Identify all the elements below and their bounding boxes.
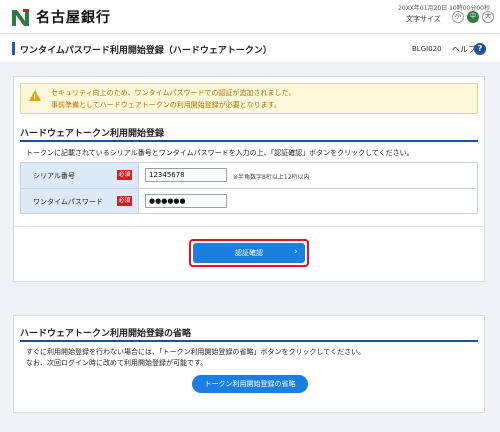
top-header: 名古屋銀行 20XX年01月20日 10時00分00秒 文字サイズ 小 中 大 [0, 0, 500, 34]
font-size-large-button[interactable]: 大 [482, 11, 494, 23]
serial-number-label: シリアル番号 [33, 172, 75, 180]
skip-instruction-line-1: すぐに利用開始登録を行わない場合には、「トークン利用開始登録の省略」ボタンをクリ… [26, 348, 366, 356]
help-icon[interactable]: ? [474, 43, 486, 55]
serial-number-row: シリアル番号 必須 ※半角数字8桁以上12桁以内 [21, 163, 477, 188]
page-title-bar: ワンタイムパスワード利用開始登録（ハードウェアトークン） BLGI020 ヘルプ… [0, 34, 500, 62]
one-time-password-row: ワンタイムパスワード 必須 [21, 188, 477, 213]
required-badge: 必須 [117, 170, 132, 180]
serial-number-hint: ※半角数字8桁以上12桁以内 [233, 174, 310, 181]
form-divider [14, 226, 484, 227]
serial-number-label-cell: シリアル番号 必須 [21, 163, 139, 188]
registration-section-title: ハードウェアトークン利用開始登録 [20, 129, 165, 139]
chevron-right-icon: › [294, 247, 298, 257]
font-size-label: 文字サイズ [406, 15, 441, 23]
notice-line-2: 事前準備としてハードウェアトークンの利用開始登録が必要となります。 [51, 101, 281, 109]
bank-logo-icon [10, 7, 32, 29]
one-time-password-label-cell: ワンタイムパスワード 必須 [21, 189, 139, 213]
warning-mark: ! [33, 93, 37, 101]
one-time-password-input[interactable] [145, 194, 227, 208]
serial-number-input[interactable] [145, 168, 227, 182]
skip-instruction-line-2: なお、次回ログイン時に改めて利用開始登録が可能です。 [26, 359, 208, 367]
skip-registration-button[interactable]: トークン利用開始登録の省略 [192, 375, 308, 393]
required-badge: 必須 [117, 196, 132, 206]
screen-id: BLGI020 [412, 45, 442, 53]
title-accent-bar [12, 42, 15, 55]
verify-button[interactable]: 認証確認 [193, 243, 305, 263]
skip-section-title: ハードウェアトークン利用開始登録の省略 [20, 329, 192, 339]
one-time-password-label: ワンタイムパスワード [33, 198, 103, 206]
help-link[interactable]: ヘルプ [452, 44, 476, 55]
registration-section-rule [20, 140, 478, 142]
font-size-medium-button[interactable]: 中 [467, 11, 479, 23]
credentials-form: シリアル番号 必須 ※半角数字8桁以上12桁以内 ワンタイムパスワード 必須 [20, 162, 478, 214]
font-size-small-button[interactable]: 小 [452, 11, 464, 23]
current-datetime: 20XX年01月20日 10時00分00秒 [398, 5, 490, 12]
registration-instruction: トークンに記載されているシリアル番号とワンタイムパスワードを入力の上、「認証確認… [26, 149, 414, 157]
notice-line-1: セキュリティ向上のため、ワンタイムパスワードでの認証が追加されました。 [51, 89, 296, 97]
skip-section-rule [20, 340, 478, 342]
bank-name: 名古屋銀行 [36, 10, 111, 26]
page-title: ワンタイムパスワード利用開始登録（ハードウェアトークン） [20, 46, 272, 56]
security-notice: ! セキュリティ向上のため、ワンタイムパスワードでの認証が追加されました。 事前… [20, 83, 478, 114]
